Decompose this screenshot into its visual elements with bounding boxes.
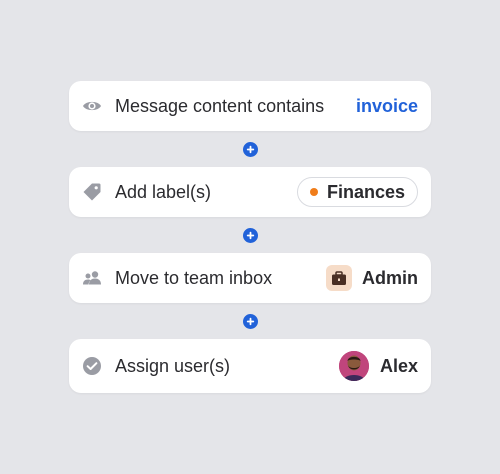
add-step-button[interactable] <box>243 142 258 157</box>
add-label-label: Add label(s) <box>115 181 212 202</box>
tag-icon <box>81 181 103 203</box>
label-chip[interactable]: Finances <box>296 177 418 207</box>
rule-condition-card[interactable]: Message content contains invoice <box>69 81 431 131</box>
condition-keyword[interactable]: invoice <box>356 96 418 117</box>
add-label-card[interactable]: Add label(s) Finances <box>69 167 431 217</box>
assign-user-card[interactable]: Assign user(s) Alex <box>69 339 431 393</box>
eye-icon <box>81 95 103 117</box>
add-step-button[interactable] <box>243 314 258 329</box>
team-inbox-card[interactable]: Move to team inbox Admin <box>69 253 431 303</box>
check-circle-icon <box>81 355 103 377</box>
assigned-user-name[interactable]: Alex <box>380 356 418 377</box>
label-color-dot <box>309 188 318 196</box>
add-step-button[interactable] <box>243 228 258 243</box>
team-inbox-label: Move to team inbox <box>115 267 273 288</box>
plus-icon <box>243 228 258 243</box>
team-inbox-name[interactable]: Admin <box>362 268 418 289</box>
briefcase-icon <box>326 265 352 291</box>
plus-icon <box>243 314 258 329</box>
assign-user-label: Assign user(s) <box>115 355 231 376</box>
condition-label: Message content contains <box>115 95 325 116</box>
team-icon <box>81 267 103 289</box>
plus-icon <box>243 142 258 157</box>
label-chip-text: Finances <box>326 181 405 202</box>
avatar <box>338 351 369 381</box>
